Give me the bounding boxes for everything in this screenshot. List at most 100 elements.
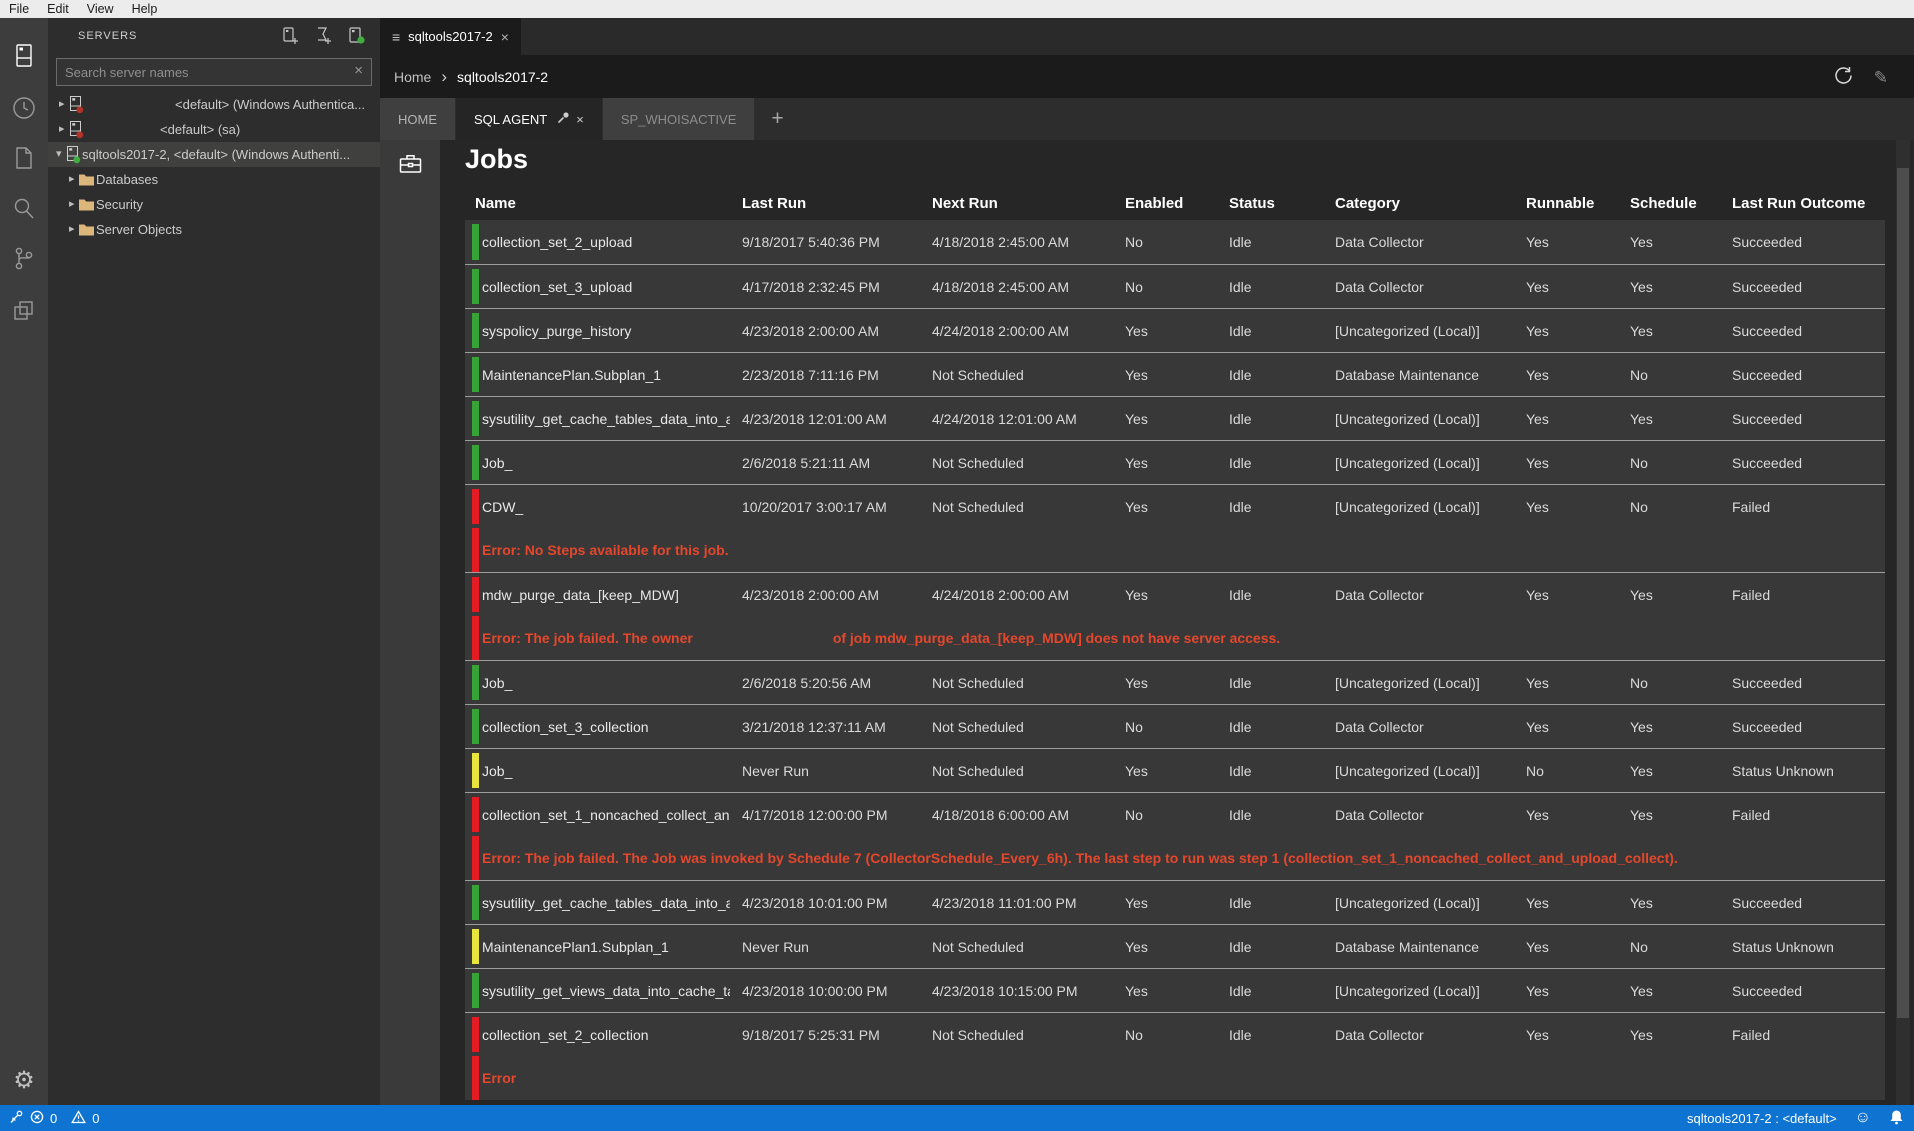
active-connections-icon[interactable]: [348, 26, 366, 50]
error-message: Error: No Steps available for this job.: [482, 542, 729, 558]
chevron-right-icon[interactable]: ▸: [69, 192, 75, 217]
job-row[interactable]: MaintenancePlan.Subplan_12/23/2018 7:11:…: [465, 352, 1885, 396]
job-row[interactable]: sysutility_get_views_data_into_cache_tab…: [465, 968, 1885, 1012]
job-status-bar-green: [472, 885, 479, 920]
feedback-smiley-icon[interactable]: ☺: [1855, 1110, 1871, 1126]
job-error-row[interactable]: Error: [465, 1056, 1885, 1100]
extensions-icon[interactable]: [0, 286, 48, 334]
tree-item[interactable]: ▸Databases: [48, 167, 380, 192]
column-header[interactable]: Runnable: [1514, 188, 1618, 220]
menu-file[interactable]: File: [0, 2, 38, 16]
job-cell: Yes: [1618, 220, 1720, 264]
server-tree: ▸<default> (Windows Authentica...▸<defau…: [48, 92, 380, 242]
tree-item[interactable]: ▸<default> (Windows Authentica...: [48, 92, 380, 117]
notifications-bell-icon[interactable]: [1889, 1109, 1904, 1128]
job-row[interactable]: collection_set_2_collection9/18/2017 5:2…: [465, 1012, 1885, 1056]
job-row[interactable]: Job_Never RunNot ScheduledYesIdle[Uncate…: [465, 748, 1885, 792]
pin-icon[interactable]: [557, 111, 570, 127]
job-row[interactable]: sysutility_get_cache_tables_data_into_ag…: [465, 396, 1885, 440]
connect-icon[interactable]: [8, 1109, 24, 1128]
job-row[interactable]: mdw_purge_data_[keep_MDW]4/23/2018 2:00:…: [465, 572, 1885, 616]
job-row[interactable]: CDW_10/20/2017 3:00:17 AMNot ScheduledYe…: [465, 484, 1885, 528]
breadcrumb-home[interactable]: Home: [394, 69, 431, 85]
job-row[interactable]: sysutility_get_cache_tables_data_into_ag…: [465, 880, 1885, 924]
close-icon[interactable]: ×: [576, 112, 584, 127]
jobs-briefcase-icon[interactable]: [399, 153, 422, 179]
tree-item[interactable]: ▸Server Objects: [48, 217, 380, 242]
new-server-group-icon[interactable]: [315, 26, 332, 50]
warnings-icon[interactable]: [71, 1110, 86, 1127]
new-tab-button[interactable]: +: [755, 98, 799, 140]
job-status-bar-red: [472, 577, 479, 612]
job-cell: Idle: [1217, 881, 1323, 924]
job-name: mdw_purge_data_[keep_MDW]: [482, 587, 679, 603]
job-cell: Data Collector: [1323, 705, 1514, 748]
column-header[interactable]: Schedule: [1618, 188, 1720, 220]
job-row[interactable]: collection_set_3_upload4/17/2018 2:32:45…: [465, 264, 1885, 308]
menu-help[interactable]: Help: [123, 2, 167, 16]
search-input[interactable]: [65, 59, 345, 85]
edit-pencil-icon[interactable]: ✎: [1874, 68, 1888, 88]
jobs-view: Jobs NameLast RunNext RunEnabledStatusCa…: [380, 140, 1914, 1105]
job-row[interactable]: syspolicy_purge_history4/23/2018 2:00:00…: [465, 308, 1885, 352]
menu-view[interactable]: View: [78, 2, 123, 16]
job-cell: Yes: [1113, 969, 1217, 1012]
task-history-icon[interactable]: [0, 84, 48, 132]
chevron-right-icon[interactable]: ▸: [69, 217, 75, 242]
job-error-row[interactable]: Error: The job failed. The ownerof job m…: [465, 616, 1885, 660]
tab-sp-whoisactive[interactable]: SP_WHOISACTIVE: [603, 98, 755, 140]
column-header[interactable]: Status: [1217, 188, 1323, 220]
column-header[interactable]: Enabled: [1113, 188, 1217, 220]
chevron-right-icon[interactable]: ▸: [59, 92, 65, 117]
column-header[interactable]: Category: [1323, 188, 1514, 220]
explorer-icon[interactable]: [0, 134, 48, 182]
chevron-right-icon[interactable]: ▸: [69, 167, 75, 192]
tab-sql-agent[interactable]: SQL AGENT ×: [456, 98, 602, 140]
job-row[interactable]: collection_set_2_upload9/18/2017 5:40:36…: [465, 220, 1885, 264]
tab-home[interactable]: HOME: [380, 98, 455, 140]
menu-edit[interactable]: Edit: [38, 2, 78, 16]
job-row[interactable]: Job_2/6/2018 5:21:11 AMNot ScheduledYesI…: [465, 440, 1885, 484]
job-cell: Database Maintenance: [1323, 925, 1514, 968]
tree-item[interactable]: ▾sqltools2017-2, <default> (Windows Auth…: [48, 142, 380, 167]
folder-icon: [78, 195, 95, 217]
column-header[interactable]: Last Run Outcome: [1720, 188, 1885, 220]
job-name-cell: sysutility_get_cache_tables_data_into_ag…: [465, 397, 730, 440]
job-error-row[interactable]: Error: No Steps available for this job.: [465, 528, 1885, 572]
chevron-right-icon[interactable]: ▸: [59, 117, 65, 142]
chevron-down-icon[interactable]: ▾: [56, 142, 62, 167]
breadcrumb-current[interactable]: sqltools2017-2: [457, 69, 548, 85]
errors-icon[interactable]: [30, 1110, 44, 1127]
job-error-row[interactable]: Error: The job failed. The Job was invok…: [465, 836, 1885, 880]
clear-search-icon[interactable]: ×: [354, 62, 363, 79]
job-row[interactable]: MaintenancePlan1.Subplan_1Never RunNot S…: [465, 924, 1885, 968]
close-icon[interactable]: ×: [501, 29, 509, 45]
refresh-icon[interactable]: [1833, 65, 1854, 91]
job-name: sysutility_get_views_data_into_cache_tab…: [482, 983, 730, 999]
column-header[interactable]: Name: [465, 188, 730, 220]
job-cell: Data Collector: [1323, 265, 1514, 308]
column-header[interactable]: Last Run: [730, 188, 920, 220]
job-cell: 4/17/2018 12:00:00 PM: [730, 793, 920, 836]
vertical-scrollbar[interactable]: [1896, 140, 1910, 1105]
gear-icon[interactable]: ⚙: [0, 1066, 48, 1095]
tree-item[interactable]: ▸Security: [48, 192, 380, 217]
job-row[interactable]: collection_set_3_collection3/21/2018 12:…: [465, 704, 1885, 748]
search-icon[interactable]: [0, 185, 48, 233]
job-cell: Idle: [1217, 1013, 1323, 1056]
new-connection-icon[interactable]: [282, 26, 299, 50]
tree-item[interactable]: ▸<default> (sa): [48, 117, 380, 142]
job-name: collection_set_1_noncached_collect_and_u…: [482, 807, 730, 823]
scrollbar-thumb[interactable]: [1897, 168, 1909, 1018]
job-row[interactable]: Job_2/6/2018 5:20:56 AMNot ScheduledYesI…: [465, 660, 1885, 704]
source-control-icon[interactable]: [0, 235, 48, 283]
warning-count: 0: [92, 1111, 99, 1126]
connections-icon[interactable]: [0, 32, 48, 80]
agent-toolbar-gutter: [380, 140, 440, 1105]
job-cell: 4/18/2018 6:00:00 AM: [920, 793, 1113, 836]
job-cell: Succeeded: [1720, 705, 1885, 748]
job-row[interactable]: collection_set_1_noncached_collect_and_u…: [465, 792, 1885, 836]
column-header[interactable]: Next Run: [920, 188, 1113, 220]
editor-tab[interactable]: ≡ sqltools2017-2 ×: [380, 18, 521, 55]
connection-status[interactable]: sqltools2017-2 : <default>: [1687, 1111, 1837, 1126]
